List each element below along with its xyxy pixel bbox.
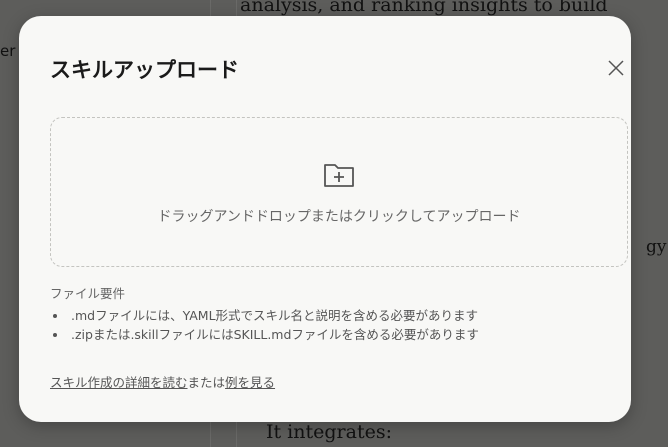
folder-plus-icon bbox=[323, 160, 355, 192]
background-text: It integrates: bbox=[266, 421, 392, 443]
link-separator: または bbox=[187, 375, 226, 390]
background-text: er bbox=[0, 42, 16, 60]
dropzone-text: ドラッグアンドドロップまたはクリックしてアップロード bbox=[157, 209, 521, 225]
list-item: .mdファイルには、YAML形式でスキル名と説明を含める必要があります bbox=[68, 306, 479, 325]
requirements-list: .mdファイルには、YAML形式でスキル名と説明を含める必要があります .zip… bbox=[50, 306, 479, 344]
list-item: .zipまたは.skillファイルにはSKILL.mdファイルを含める必要があり… bbox=[68, 325, 479, 344]
learn-more-link[interactable]: スキル作成の詳細を読む bbox=[50, 375, 188, 390]
skill-upload-dialog: スキルアップロード ドラッグアンドドロップまたはクリックしてアップロード ファイ… bbox=[19, 16, 631, 422]
dialog-title: スキルアップロード bbox=[50, 58, 239, 82]
examples-link[interactable]: 例を見る bbox=[225, 375, 275, 390]
file-dropzone[interactable]: ドラッグアンドドロップまたはクリックしてアップロード bbox=[50, 117, 628, 267]
close-icon[interactable] bbox=[605, 57, 627, 79]
background-text: gy bbox=[646, 237, 667, 257]
requirements-label: ファイル要件 bbox=[50, 286, 126, 301]
help-links: スキル作成の詳細を読むまたは例を見る bbox=[50, 372, 275, 391]
